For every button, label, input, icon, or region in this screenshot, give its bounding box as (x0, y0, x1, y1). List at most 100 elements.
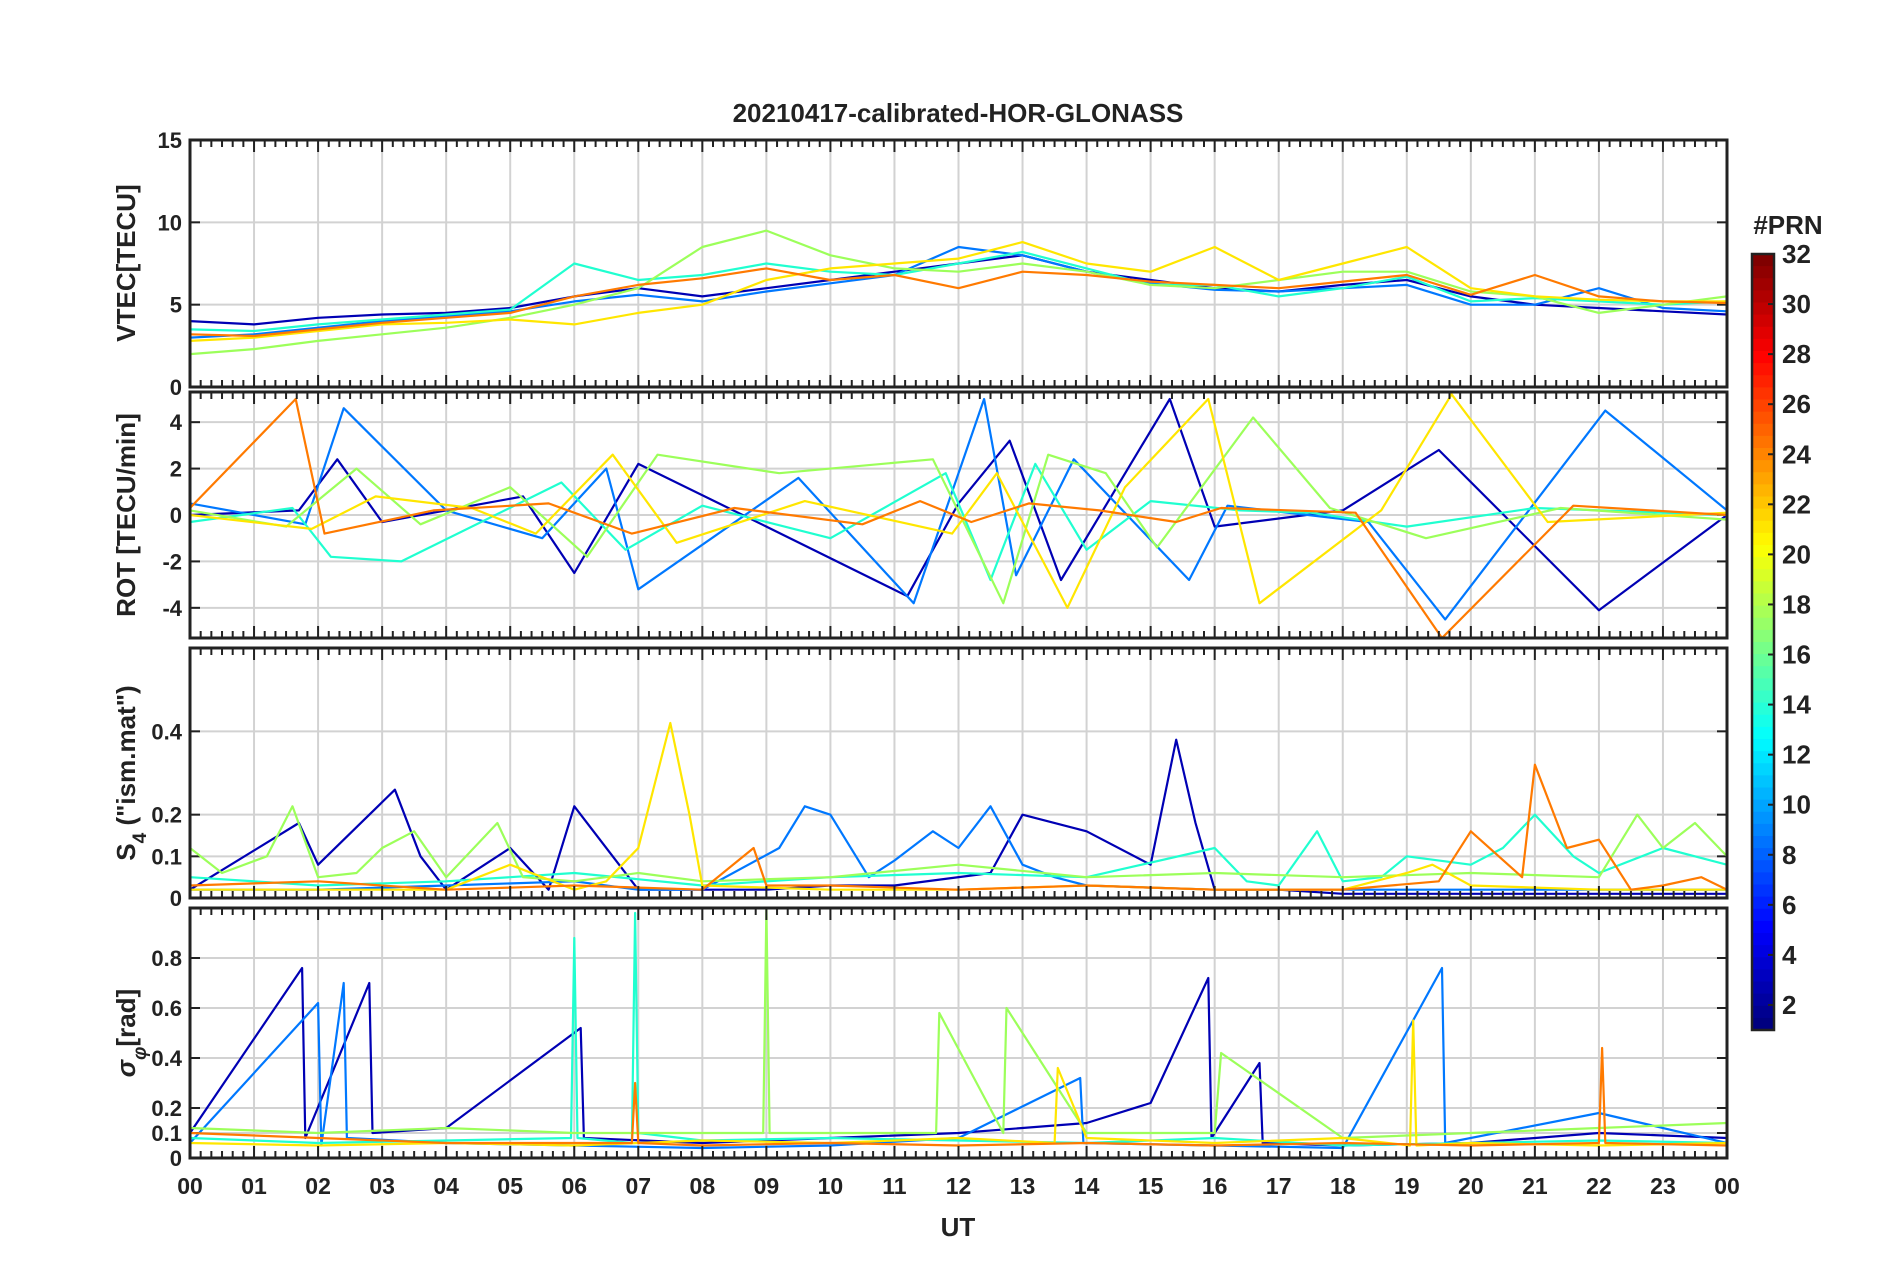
panels: 15 10 5 0 VTEC[TECU] 4 2 0 -2 -4 ROT [TECU/min] 0.4… (111, 128, 1729, 1171)
x-tick-label: 20 (1458, 1173, 1484, 1199)
colorbar-swatch (1752, 326, 1774, 340)
colorbar-swatch (1752, 908, 1774, 922)
colorbar-swatch (1752, 278, 1774, 291)
y-tick-label: 2 (170, 457, 182, 482)
colorbar-swatch (1752, 678, 1774, 692)
panel-rot: 4 2 0 -2 -4 ROT [TECU/min] (111, 390, 1729, 640)
x-tick-label: 10 (818, 1173, 844, 1199)
colorbar-tick-label: 14 (1782, 690, 1811, 720)
colorbar-swatch (1752, 532, 1774, 546)
y-tick-label: 10 (158, 210, 182, 235)
y-axis-label: σφ[rad] (111, 989, 151, 1077)
colorbar-swatch (1752, 484, 1774, 498)
panel-vtec: 15 10 5 0 VTEC[TECU] (111, 128, 1729, 400)
colorbar-swatch (1752, 605, 1774, 619)
colorbar-swatch (1752, 799, 1774, 813)
colorbar-swatch (1752, 836, 1774, 849)
colorbar-swatch (1752, 654, 1774, 667)
colorbar-tick-label: 24 (1782, 439, 1811, 469)
x-tick-label: 00 (1714, 1173, 1740, 1199)
x-tick-label: 23 (1650, 1173, 1676, 1199)
colorbar-swatch (1752, 945, 1774, 958)
colorbar-swatch (1752, 581, 1774, 595)
y-tick-label: 0.2 (151, 803, 182, 828)
colorbar-swatch (1752, 714, 1774, 728)
x-tick-label: 18 (1330, 1173, 1356, 1199)
colorbar-label: #PRN (1753, 210, 1822, 240)
colorbar-swatch (1752, 642, 1774, 655)
y-tick-label: 0.4 (151, 1046, 182, 1071)
x-axis-label: UT (941, 1212, 976, 1242)
colorbar-tick-label: 12 (1782, 740, 1811, 770)
colorbar-swatch (1752, 690, 1774, 704)
colorbar-swatch (1752, 775, 1774, 789)
x-tick-label: 16 (1202, 1173, 1228, 1199)
colorbar-tick-label: 6 (1782, 890, 1796, 920)
colorbar-swatch (1752, 399, 1774, 413)
x-tick-label: 05 (497, 1173, 523, 1199)
y-tick-label: 5 (170, 293, 182, 318)
colorbar-swatch (1752, 933, 1774, 946)
colorbar-tick-label: 16 (1782, 640, 1811, 670)
colorbar-tick-label: 8 (1782, 840, 1796, 870)
colorbar-swatch (1752, 957, 1774, 970)
y-tick-label: 0.4 (151, 719, 182, 744)
x-tick-label: 19 (1394, 1173, 1420, 1199)
colorbar-swatch (1752, 266, 1774, 279)
colorbar-tick-label: 26 (1782, 389, 1811, 419)
colorbar-swatch (1752, 472, 1774, 485)
y-tick-label: 0 (170, 886, 182, 911)
x-tick-label: 06 (561, 1173, 587, 1199)
y-tick-label: 0.2 (151, 1096, 182, 1121)
colorbar-swatch (1752, 557, 1774, 570)
colorbar-swatch (1752, 751, 1774, 764)
colorbar-swatch (1752, 666, 1774, 679)
y-tick-label: 4 (170, 410, 183, 435)
colorbar-swatch (1752, 629, 1774, 643)
colorbar-swatch (1752, 787, 1774, 801)
colorbar-swatch (1752, 338, 1774, 352)
x-tick-label: 02 (305, 1173, 331, 1199)
colorbar-swatch (1752, 884, 1774, 898)
y-axis-label: VTEC[TECU] (111, 184, 141, 341)
x-tick-label: 11 (882, 1173, 907, 1199)
colorbar-swatch (1752, 508, 1774, 522)
colorbar-swatch (1752, 739, 1774, 752)
colorbar-swatch (1752, 617, 1774, 631)
y-tick-label: 0 (170, 1146, 182, 1171)
colorbar-tick-label: 22 (1782, 489, 1811, 519)
colorbar-swatch (1752, 920, 1774, 934)
colorbar-swatch (1752, 860, 1774, 873)
x-tick-label: 14 (1074, 1173, 1100, 1199)
colorbar-swatch (1752, 1017, 1774, 1031)
y-tick-label: -2 (162, 549, 182, 574)
panel-sigmaphi: 0.8 0.6 0.4 0.20.10 σφ[rad] (111, 906, 1729, 1171)
colorbar-swatch (1752, 872, 1774, 886)
colorbar-swatch (1752, 375, 1774, 388)
colorbar-swatch (1752, 496, 1774, 510)
colorbar-swatch (1752, 811, 1774, 825)
x-tick-label: 03 (369, 1173, 395, 1199)
colorbar-swatch (1752, 314, 1774, 328)
colorbar-swatch (1752, 387, 1774, 401)
y-tick-label: 0.1 (151, 1121, 182, 1146)
colorbar-swatch (1752, 569, 1774, 582)
x-tick-label: 07 (625, 1173, 651, 1199)
colorbar-swatch (1752, 969, 1774, 983)
x-tick-label: 22 (1586, 1173, 1612, 1199)
colorbar-tick-label: 18 (1782, 589, 1811, 619)
colorbar-swatch (1752, 363, 1774, 376)
colorbar-swatch (1752, 981, 1774, 995)
y-tick-label: -4 (162, 596, 182, 621)
colorbar-swatch (1752, 435, 1774, 449)
x-tick-label: 15 (1138, 1173, 1164, 1199)
y-tick-label: 0 (170, 503, 182, 528)
x-tick-label: 17 (1266, 1173, 1292, 1199)
colorbar-tick-label: 32 (1782, 239, 1811, 269)
x-tick-label: 21 (1522, 1173, 1548, 1199)
colorbar-swatch (1752, 254, 1774, 267)
colorbar-swatch (1752, 726, 1774, 740)
colorbar-swatch (1752, 823, 1774, 837)
panel-s4: 0.4 0.2 0.1 0 S4 ("ism.mat") (111, 646, 1729, 911)
colorbar-swatch (1752, 520, 1774, 534)
